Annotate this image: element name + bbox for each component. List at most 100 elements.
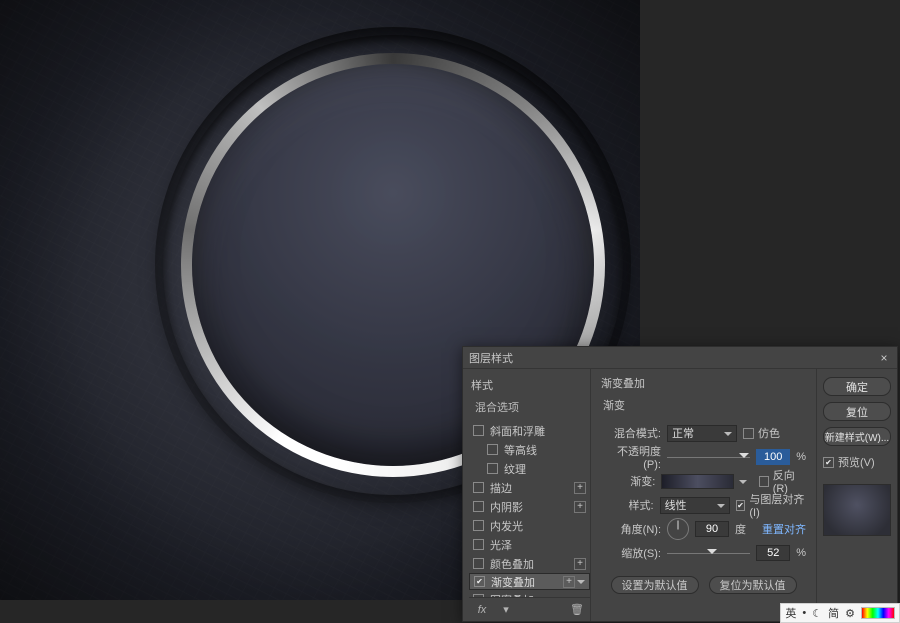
angle-label: 角度(N): <box>601 521 661 537</box>
style-label: 样式: <box>601 497 654 513</box>
fx-inner-shadow-label: 内阴影 <box>490 499 574 515</box>
fx-satin-check[interactable] <box>473 539 484 550</box>
angle-dial[interactable] <box>667 518 689 540</box>
fx-inner-glow-label: 内发光 <box>490 518 586 534</box>
effects-list: 斜面和浮雕 等高线 纹理 描边 + 内阴影 + <box>469 421 590 597</box>
dialog-body: 样式 混合选项 斜面和浮雕 等高线 纹理 描边 + <box>463 369 897 621</box>
scale-label: 缩放(S): <box>601 545 661 561</box>
fx-bevel-check[interactable] <box>473 425 484 436</box>
dither-check-wrap[interactable]: 仿色 <box>743 425 780 441</box>
ime-tray: 英 • ☾ 简 ⚙ <box>780 603 900 623</box>
gradient-label: 渐变: <box>601 473 655 489</box>
opacity-label: 不透明度(P): <box>601 443 661 471</box>
moon-icon[interactable]: ☾ <box>812 607 822 620</box>
row-opacity: 不透明度(P): 100 % <box>601 447 806 467</box>
new-style-button[interactable]: 新建样式(W)... <box>823 427 891 446</box>
actions-column: 确定 复位 新建样式(W)... 预览(V) <box>817 369 897 621</box>
close-icon[interactable]: × <box>877 351 891 365</box>
style-value: 线性 <box>665 497 687 513</box>
scale-unit: % <box>796 547 806 559</box>
add-icon[interactable]: + <box>574 558 586 570</box>
align-label: 与图层对齐(I) <box>749 491 806 519</box>
preview-label: 预览(V) <box>838 454 875 470</box>
scale-field[interactable]: 52 <box>756 545 790 561</box>
settings-section-title: 渐变叠加 <box>601 375 806 391</box>
angle-unit: 度 <box>735 521 746 537</box>
settings-column: 渐变叠加 渐变 混合模式: 正常 仿色 不透明度(P): 100 % 渐变: <box>591 369 817 621</box>
fx-gradient-overlay-label: 渐变叠加 <box>491 574 563 590</box>
blend-mode-select[interactable]: 正常 <box>667 425 737 442</box>
fx-contour-label: 等高线 <box>504 442 586 458</box>
make-default-button[interactable]: 设置为默认值 <box>611 576 699 594</box>
ime-dot-icon[interactable]: • <box>802 607 806 619</box>
row-blend-mode: 混合模式: 正常 仿色 <box>601 423 806 443</box>
fx-satin[interactable]: 光泽 <box>469 535 590 554</box>
fx-inner-shadow[interactable]: 内阴影 + <box>469 497 590 516</box>
ime-lang[interactable]: 英 <box>785 605 796 621</box>
style-select[interactable]: 线性 <box>660 497 730 514</box>
layer-style-dialog: 图层样式 × 样式 混合选项 斜面和浮雕 等高线 纹理 <box>462 346 898 622</box>
row-defaults: 设置为默认值 复位为默认值 <box>601 575 806 595</box>
row-gradient: 渐变: 反向(R) <box>601 471 806 491</box>
angle-field[interactable]: 90 <box>695 521 729 537</box>
reset-align-link[interactable]: 重置对齐 <box>762 521 806 537</box>
hue-strip-icon[interactable] <box>861 607 895 619</box>
fx-stroke-label: 描边 <box>490 480 574 496</box>
add-icon[interactable]: + <box>574 482 586 494</box>
effects-column: 样式 混合选项 斜面和浮雕 等高线 纹理 描边 + <box>463 369 591 621</box>
dither-label: 仿色 <box>758 425 780 441</box>
fx-bevel[interactable]: 斜面和浮雕 <box>469 421 590 440</box>
chevron-down-icon[interactable]: ▾ <box>499 603 513 617</box>
row-angle: 角度(N): 90 度 重置对齐 <box>601 519 806 539</box>
blend-mode-label: 混合模式: <box>601 425 661 441</box>
dither-checkbox[interactable] <box>743 428 754 439</box>
opacity-unit: % <box>796 451 806 463</box>
add-icon[interactable]: + <box>563 576 575 588</box>
opacity-slider[interactable] <box>667 450 750 464</box>
fx-gradient-overlay-check[interactable] <box>474 576 485 587</box>
fx-inner-shadow-check[interactable] <box>473 501 484 512</box>
fx-satin-label: 光泽 <box>490 537 586 553</box>
fx-stroke-check[interactable] <box>473 482 484 493</box>
blend-mode-value: 正常 <box>672 425 694 441</box>
dialog-title: 图层样式 <box>469 350 877 366</box>
align-check-wrap[interactable]: 与图层对齐(I) <box>736 491 806 519</box>
preview-check-wrap[interactable]: 预览(V) <box>823 454 891 470</box>
fx-bevel-label: 斜面和浮雕 <box>490 423 586 439</box>
fx-contour[interactable]: 等高线 <box>469 440 590 459</box>
ok-button[interactable]: 确定 <box>823 377 891 396</box>
reset-default-button[interactable]: 复位为默认值 <box>709 576 797 594</box>
fx-texture[interactable]: 纹理 <box>469 459 590 478</box>
settings-group-title: 渐变 <box>603 397 806 413</box>
fx-color-overlay[interactable]: 颜色叠加 + <box>469 554 590 573</box>
fx-inner-glow[interactable]: 内发光 <box>469 516 590 535</box>
fx-texture-check[interactable] <box>487 463 498 474</box>
fx-color-overlay-check[interactable] <box>473 558 484 569</box>
fx-stroke[interactable]: 描边 + <box>469 478 590 497</box>
fx-inner-glow-check[interactable] <box>473 520 484 531</box>
effects-footer: fx ▾ 🗑 <box>469 597 590 621</box>
trash-icon[interactable]: 🗑 <box>570 603 584 617</box>
gradient-picker[interactable] <box>661 474 734 489</box>
scale-slider[interactable] <box>667 546 750 560</box>
fx-pattern-overlay[interactable]: 图案叠加 <box>469 590 590 597</box>
row-style: 样式: 线性 与图层对齐(I) <box>601 495 806 515</box>
opacity-field[interactable]: 100 <box>756 449 790 465</box>
gear-icon[interactable]: ⚙ <box>845 607 855 620</box>
fx-contour-check[interactable] <box>487 444 498 455</box>
effects-header[interactable]: 样式 <box>469 375 590 397</box>
preview-checkbox[interactable] <box>823 457 834 468</box>
fx-pattern-overlay-check[interactable] <box>473 594 484 597</box>
fx-gradient-overlay[interactable]: 渐变叠加 + <box>469 573 590 590</box>
dialog-titlebar[interactable]: 图层样式 × <box>463 347 897 369</box>
reverse-checkbox[interactable] <box>759 476 769 487</box>
cancel-button[interactable]: 复位 <box>823 402 891 421</box>
row-scale: 缩放(S): 52 % <box>601 543 806 563</box>
blend-options-row[interactable]: 混合选项 <box>469 397 590 421</box>
fx-pattern-overlay-label: 图案叠加 <box>490 592 586 598</box>
align-checkbox[interactable] <box>736 500 746 511</box>
fx-menu-icon[interactable]: fx <box>475 603 489 617</box>
ime-script[interactable]: 简 <box>828 605 839 621</box>
add-icon[interactable]: + <box>574 501 586 513</box>
fx-texture-label: 纹理 <box>504 461 586 477</box>
